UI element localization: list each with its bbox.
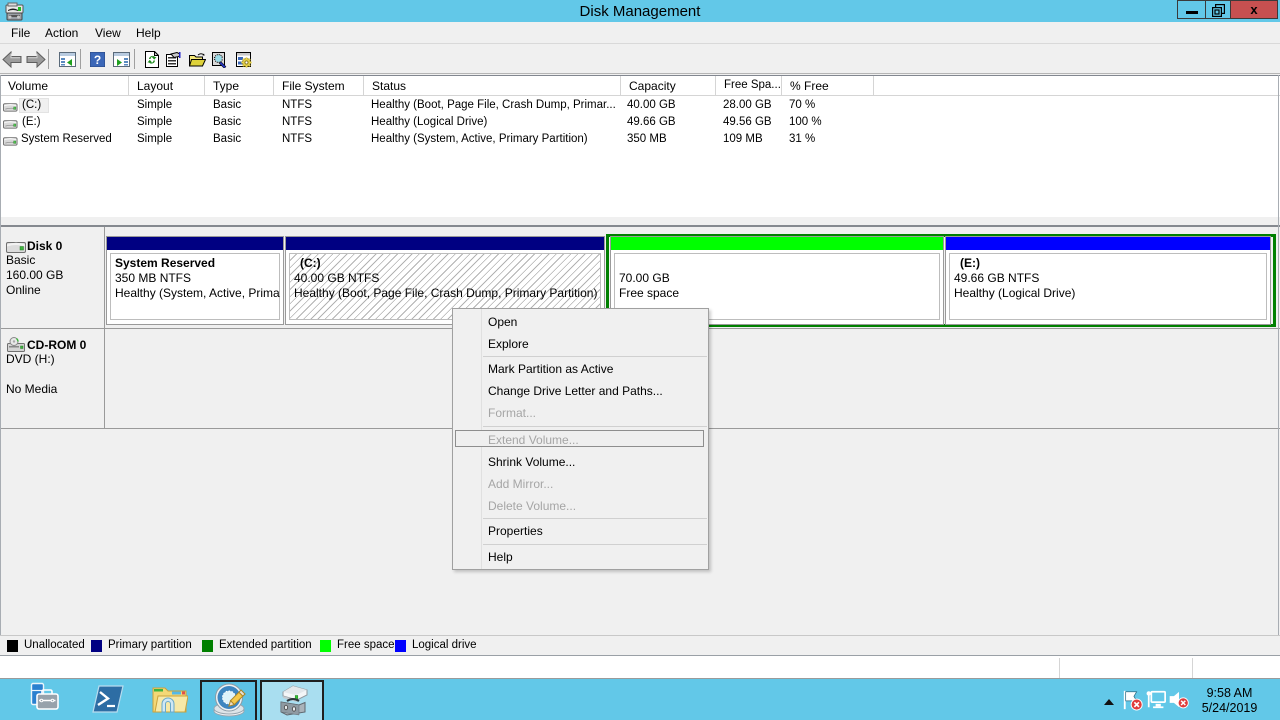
svg-text:?: ? [94,53,101,67]
